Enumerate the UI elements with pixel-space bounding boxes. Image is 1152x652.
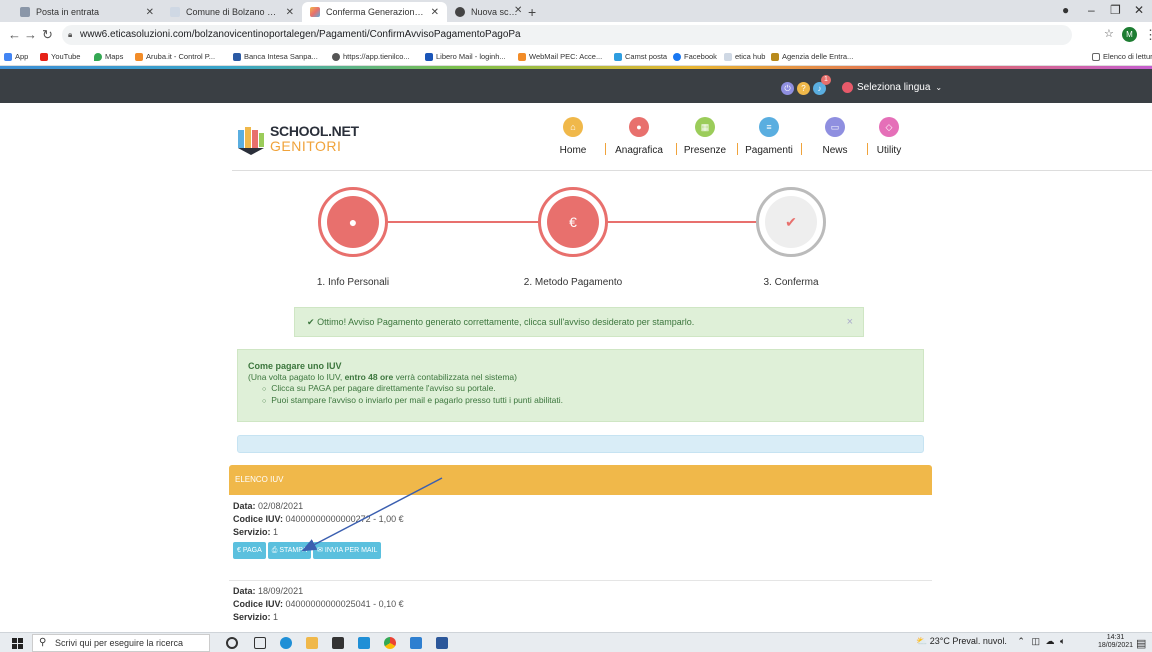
annotation-arrow [301, 477, 443, 552]
onedrive-icon[interactable]: ☁ [1045, 636, 1054, 646]
tray-up-icon[interactable]: ⌃ [1017, 636, 1025, 646]
file-explorer-icon[interactable] [306, 637, 318, 649]
windows-start-icon[interactable] [12, 638, 23, 649]
cortana-icon[interactable] [226, 637, 238, 649]
task-view-icon[interactable] [254, 637, 266, 649]
taskbar-search[interactable]: ⚲ Scrivi qui per eseguire la ricerca [32, 634, 210, 652]
search-icon: ⚲ [39, 637, 47, 648]
taskbar-clock[interactable]: 14:31 18/09/2021 [1098, 634, 1133, 650]
notifications-icon[interactable]: ▤ [1136, 637, 1146, 650]
weather-icon[interactable]: ⛅ [916, 636, 930, 646]
chrome-icon[interactable] [384, 637, 396, 649]
mail-icon[interactable] [358, 637, 370, 649]
weather-text[interactable]: 23°C Preval. nuvol. [930, 636, 1007, 646]
word-icon[interactable] [436, 637, 448, 649]
photos-icon[interactable] [410, 637, 422, 649]
edge-icon[interactable] [280, 637, 292, 649]
store-icon[interactable] [332, 637, 344, 649]
network-icon[interactable]: ◫ [1031, 636, 1040, 646]
system-tray: ⛅ 23°C Preval. nuvol. ⌃ ◫ ☁ 🔈︎ [916, 636, 1065, 647]
windows-taskbar: ⚲ Scrivi qui per eseguire la ricerca ⛅ 2… [0, 632, 1152, 652]
volume-icon[interactable]: 🔈︎ [1060, 636, 1065, 646]
